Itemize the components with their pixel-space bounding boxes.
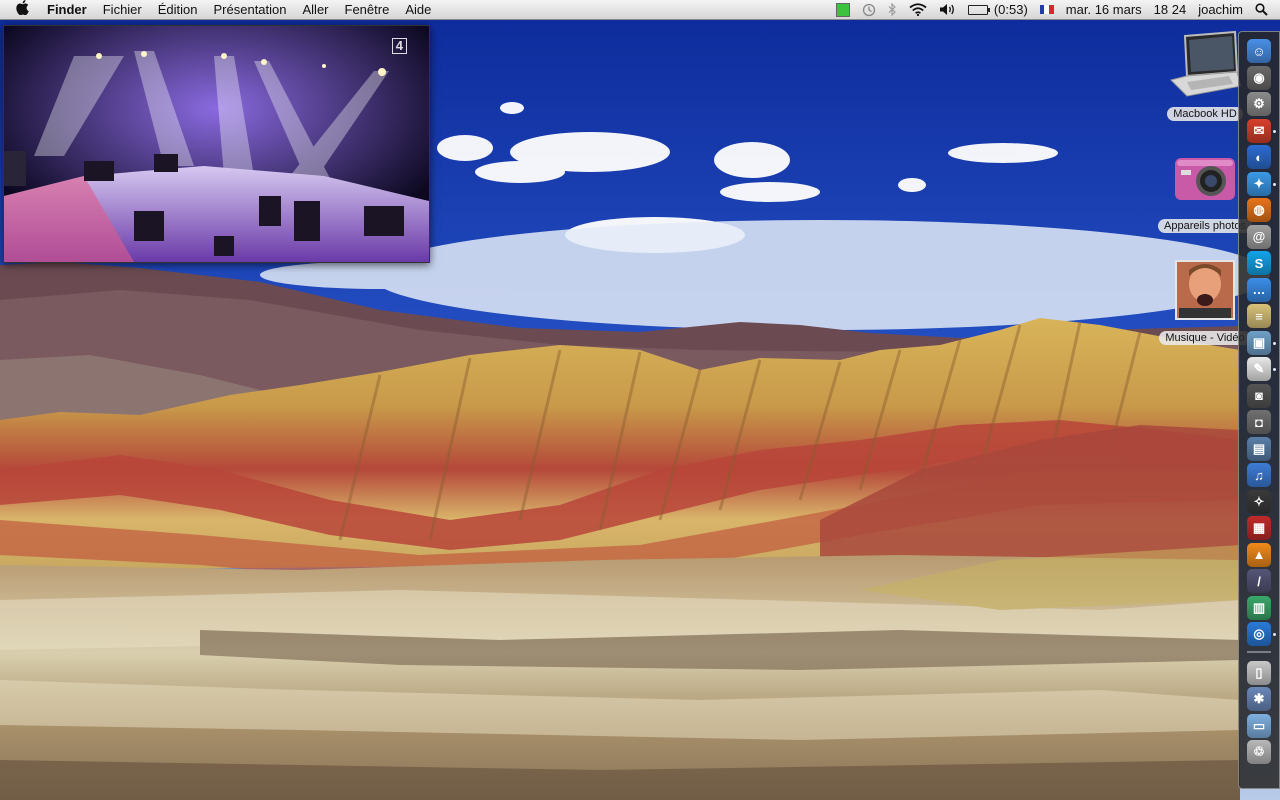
- menu-aller[interactable]: Aller: [295, 0, 337, 19]
- apple-menu-icon[interactable]: [0, 0, 39, 20]
- menu-presentation[interactable]: Présentation: [206, 0, 295, 19]
- dock-item-ichat-icon[interactable]: …: [1247, 277, 1271, 302]
- dock-item-documents-icon[interactable]: ▯: [1247, 660, 1271, 685]
- vlc-glyph: ▲: [1252, 547, 1266, 562]
- itunes-glyph: ♫: [1254, 467, 1264, 483]
- camera-icon: [1175, 158, 1235, 200]
- menu-bar: Finder Fichier Édition Présentation Alle…: [0, 0, 1280, 20]
- bluetooth-icon[interactable]: [888, 3, 897, 16]
- finder-glyph: ☺: [1252, 43, 1266, 59]
- desktop-icon-label: Musique - Vidéo: [1159, 331, 1251, 345]
- clock-date[interactable]: mar. 16 mars: [1066, 0, 1142, 19]
- battery-time: (0:53): [993, 2, 1028, 17]
- dock-item-stickies-icon[interactable]: ≡: [1247, 304, 1271, 328]
- dock-item-textedit-icon[interactable]: ✎: [1247, 357, 1271, 381]
- safari-glyph: ✦: [1253, 175, 1265, 191]
- spotlight-icon[interactable]: [1255, 3, 1268, 16]
- textedit-glyph: ✎: [1253, 361, 1265, 376]
- image-capture-glyph: ◘: [1255, 414, 1263, 430]
- dock-item-iphoto-icon[interactable]: ▤: [1247, 436, 1271, 461]
- folder-glyph: ▭: [1252, 717, 1266, 733]
- dock-item-itunes-icon[interactable]: ♫: [1247, 463, 1271, 487]
- time-machine-icon[interactable]: [862, 3, 876, 17]
- dock-item-mail-icon[interactable]: ✉: [1247, 118, 1271, 143]
- iphoto-glyph: ▤: [1252, 440, 1266, 456]
- stickies-glyph: ≡: [1255, 308, 1263, 324]
- browser-globe-glyph: ◎: [1253, 626, 1265, 641]
- dock-item-dashboard-icon[interactable]: ◉: [1247, 65, 1271, 90]
- menu-edition[interactable]: Édition: [150, 0, 206, 19]
- menu-fenetre[interactable]: Fenêtre: [337, 0, 398, 19]
- apple-logo-icon: [16, 0, 29, 15]
- running-indicator: [1273, 182, 1276, 186]
- ichat-glyph: …: [1252, 282, 1266, 297]
- dock-item-photo-app-icon[interactable]: ▦: [1247, 516, 1271, 540]
- channel-logo: 4: [391, 38, 407, 54]
- dock-item-browser-globe-icon[interactable]: ◎: [1247, 622, 1271, 646]
- running-indicator: [1273, 633, 1276, 636]
- menu-fichier[interactable]: Fichier: [95, 0, 150, 19]
- dock-item-image-capture-icon[interactable]: ◘: [1247, 410, 1271, 434]
- documents-glyph: ▯: [1255, 664, 1263, 680]
- user-name[interactable]: joachim: [1198, 0, 1243, 19]
- dock-item-utility-icon[interactable]: /: [1247, 569, 1271, 593]
- dock-item-safari-icon[interactable]: ✦: [1247, 171, 1271, 196]
- french-flag-icon[interactable]: [1039, 5, 1054, 14]
- volume-icon[interactable]: [939, 3, 956, 16]
- activity-meter-icon[interactable]: [835, 2, 850, 17]
- dock-item-preview-icon[interactable]: ▣: [1247, 330, 1271, 355]
- dock: ☺ ◉ ⚙ ✉ ◐ ✦ ◍ @ S … ≡ ▣ ✎ ◙ ◘ ▤ ♫ ✧ ▦ ▲ / ▥ ◎ ▯ ✱ ▭ ♲: [1238, 31, 1280, 789]
- dock-item-trash-icon[interactable]: ♲: [1247, 740, 1271, 764]
- dock-item-network-stack-icon[interactable]: ✱: [1247, 687, 1271, 711]
- network-stack-glyph: ✱: [1253, 691, 1265, 706]
- concert-video-frame: [4, 26, 429, 262]
- running-indicator: [1273, 368, 1276, 371]
- dock-item-vlc-icon[interactable]: ▲: [1247, 542, 1271, 567]
- dock-item-chart-app-icon[interactable]: ▥: [1247, 595, 1271, 620]
- network-glyph: ◐: [1255, 149, 1263, 165]
- laptop-icon: [1170, 30, 1242, 97]
- dock-item-firefox-icon[interactable]: ◍: [1247, 198, 1271, 222]
- photo-booth-glyph: ◙: [1255, 388, 1263, 403]
- chart-app-glyph: ▥: [1252, 599, 1266, 615]
- dock-item-system-preferences-icon[interactable]: ⚙: [1247, 92, 1271, 116]
- running-indicator: [1273, 129, 1276, 133]
- menu-aide[interactable]: Aide: [397, 0, 439, 19]
- desktop-icon-label: Macbook HD: [1167, 107, 1243, 121]
- dock-item-address-book-icon[interactable]: @: [1247, 224, 1271, 249]
- video-player-window[interactable]: 4: [3, 25, 430, 263]
- spaces-glyph: ✧: [1253, 493, 1265, 509]
- dock-item-skype-icon[interactable]: S: [1247, 251, 1271, 275]
- dock-item-network-icon[interactable]: ◐: [1247, 145, 1271, 169]
- preview-glyph: ▣: [1252, 334, 1266, 350]
- dock-item-finder-icon[interactable]: ☺: [1247, 39, 1271, 63]
- trash-glyph: ♲: [1253, 744, 1265, 759]
- dock-separator: [1247, 650, 1271, 653]
- dashboard-glyph: ◉: [1253, 69, 1265, 85]
- dock-item-folder-icon[interactable]: ▭: [1247, 713, 1271, 738]
- dock-item-spaces-icon[interactable]: ✧: [1247, 489, 1271, 514]
- utility-glyph: /: [1257, 573, 1261, 589]
- music-video-icon: [1175, 260, 1235, 320]
- battery-icon[interactable]: (0:53): [967, 0, 1028, 19]
- menu-finder[interactable]: Finder: [39, 0, 95, 19]
- wifi-icon[interactable]: [909, 3, 927, 16]
- dock-item-photo-booth-icon[interactable]: ◙: [1247, 383, 1271, 408]
- running-indicator: [1273, 341, 1276, 345]
- photo-app-glyph: ▦: [1252, 520, 1266, 535]
- clock-time[interactable]: 18 24: [1154, 0, 1187, 19]
- address-book-glyph: @: [1252, 229, 1266, 244]
- system-preferences-glyph: ⚙: [1253, 96, 1265, 111]
- firefox-glyph: ◍: [1253, 202, 1265, 217]
- mail-glyph: ✉: [1253, 122, 1265, 138]
- skype-glyph: S: [1254, 255, 1264, 271]
